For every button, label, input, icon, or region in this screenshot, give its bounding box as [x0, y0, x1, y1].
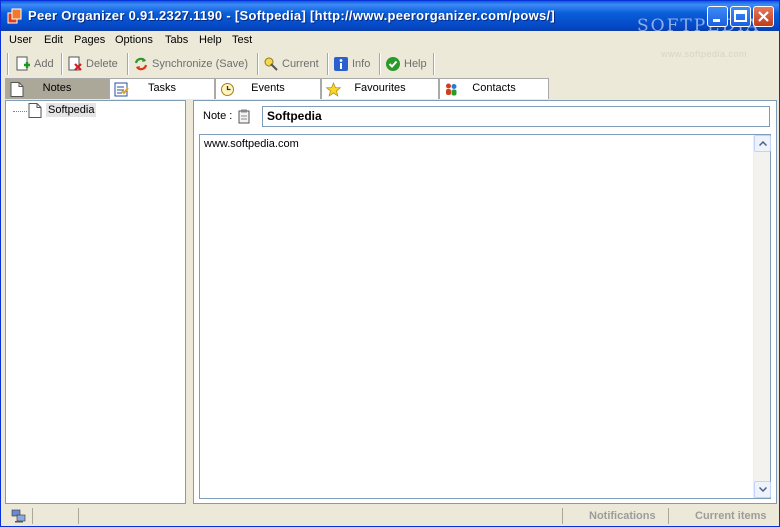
current-button[interactable]: Current: [263, 53, 319, 75]
current-label: Current: [282, 58, 319, 70]
menu-edit[interactable]: Edit: [44, 34, 63, 46]
tab-events-label: Events: [251, 82, 285, 94]
scroll-up-button[interactable]: [754, 135, 771, 152]
menu-test[interactable]: Test: [232, 34, 252, 46]
note-title-input[interactable]: Softpedia: [262, 106, 770, 127]
status-bar: Notifications Current items: [1, 506, 779, 526]
menu-pages[interactable]: Pages: [74, 34, 105, 46]
help-label: Help: [404, 58, 427, 70]
note-body-textarea[interactable]: www.softpedia.com: [199, 134, 771, 499]
toolbar-separator: [433, 53, 435, 75]
minimize-button[interactable]: [707, 6, 728, 27]
delete-label: Delete: [86, 58, 118, 70]
app-icon: [7, 8, 22, 24]
synchronize-button[interactable]: Synchronize (Save): [133, 53, 248, 75]
chevron-up-icon: [759, 141, 767, 146]
menu-tabs[interactable]: Tabs: [165, 34, 188, 46]
network-icon: [11, 509, 26, 523]
info-button[interactable]: Info: [333, 53, 370, 75]
info-label: Info: [352, 58, 371, 70]
add-button[interactable]: Add: [15, 53, 54, 75]
delete-button[interactable]: Delete: [67, 53, 118, 75]
add-icon: [16, 56, 30, 71]
status-cell: [32, 508, 78, 524]
tab-tasks[interactable]: Tasks: [109, 78, 215, 99]
note-icon: [28, 103, 42, 118]
status-cell: Notifications: [562, 508, 668, 524]
toolbar-separator: [327, 53, 329, 75]
tab-contacts-label: Contacts: [472, 82, 516, 94]
tab-favourites-label: Favourites: [354, 82, 406, 94]
synchronize-icon: [134, 57, 148, 71]
notes-tree[interactable]: Softpedia: [5, 100, 186, 504]
add-label: Add: [34, 58, 54, 70]
toolbar-separator: [127, 53, 129, 75]
menu-options[interactable]: Options: [115, 34, 153, 46]
tab-contacts[interactable]: Contacts: [439, 78, 549, 99]
toolbar-separator: [379, 53, 381, 75]
menu-bar: User Edit Pages Options Tabs Help Test: [1, 31, 779, 50]
status-cell: [78, 508, 562, 524]
app-window: Peer Organizer 0.91.2327.1190 - [Softped…: [0, 0, 780, 527]
toolbar: Add Delete Synchronize (Save) Current In…: [5, 51, 435, 77]
current-items-status[interactable]: Current items: [695, 510, 767, 522]
tab-tasks-label: Tasks: [147, 82, 177, 94]
title-bar[interactable]: Peer Organizer 0.91.2327.1190 - [Softped…: [1, 1, 779, 36]
window-title: Peer Organizer 0.91.2327.1190 - [Softped…: [28, 8, 556, 23]
scroll-down-button[interactable]: [754, 481, 771, 498]
note-body-text: www.softpedia.com: [204, 138, 299, 150]
delete-icon: [68, 56, 82, 71]
minimize-icon: [713, 19, 720, 22]
maximize-icon: [734, 10, 747, 22]
toolbar-separator: [257, 53, 259, 75]
note-editor: Note : Softpedia www.softpedia.com: [193, 100, 777, 504]
current-icon: [264, 57, 278, 71]
vertical-scrollbar[interactable]: [753, 135, 771, 498]
tab-strip: Notes Tasks Events Favourites Contacts: [5, 78, 777, 100]
help-icon: [386, 57, 400, 71]
toolbar-separator: [61, 53, 63, 75]
close-button[interactable]: [753, 6, 774, 27]
tree-connector: [13, 111, 27, 112]
toolbar-separator: [7, 53, 9, 75]
menu-user[interactable]: User: [9, 34, 32, 46]
tab-notes-label: Notes: [42, 82, 72, 94]
notifications-status[interactable]: Notifications: [589, 510, 656, 522]
maximize-button[interactable]: [730, 6, 751, 27]
help-button[interactable]: Help: [385, 53, 427, 75]
synchronize-label: Synchronize (Save): [152, 58, 248, 70]
notepad-icon: [238, 109, 250, 124]
tree-item-softpedia[interactable]: Softpedia: [46, 103, 97, 117]
tab-notes[interactable]: Notes: [5, 78, 109, 99]
close-icon: [758, 11, 769, 22]
info-icon: [334, 57, 348, 71]
status-cell: Current items: [668, 508, 778, 524]
note-label: Note :: [203, 110, 233, 122]
tab-events[interactable]: Events: [215, 78, 321, 99]
watermark-url: www.softpedia.com: [661, 49, 748, 59]
chevron-down-icon: [759, 487, 767, 492]
tab-favourites[interactable]: Favourites: [321, 78, 439, 99]
menu-help[interactable]: Help: [199, 34, 222, 46]
